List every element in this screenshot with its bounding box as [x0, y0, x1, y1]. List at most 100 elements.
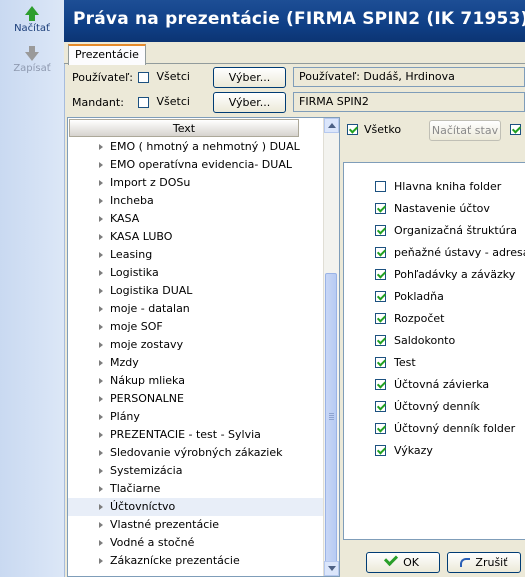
user-select-button[interactable]: Výber... — [213, 67, 286, 88]
expand-arrow-icon[interactable] — [99, 144, 103, 150]
all-permissions-label: Všetko — [364, 123, 402, 136]
tree-item[interactable]: Leasing — [68, 246, 324, 264]
permission-checkbox[interactable] — [375, 203, 386, 214]
tree-item[interactable]: EMO operatívna evidencia- DUAL — [68, 156, 324, 174]
expand-arrow-icon[interactable] — [99, 180, 103, 186]
permission-checkbox[interactable] — [375, 423, 386, 434]
expand-arrow-icon[interactable] — [99, 468, 103, 474]
tree-list: EMO ( hmotný a nehmotný ) DUAL EMO operat… — [68, 138, 324, 570]
tree-item[interactable]: Účtovníctvo — [68, 498, 324, 516]
expand-arrow-icon[interactable] — [99, 450, 103, 456]
expand-arrow-icon[interactable] — [99, 558, 103, 564]
permission-item[interactable]: Saldokonto — [344, 330, 525, 352]
permission-item[interactable]: Hlavna kniha folder — [344, 176, 525, 198]
permission-checkbox[interactable] — [375, 335, 386, 346]
expand-arrow-icon[interactable] — [99, 306, 103, 312]
tree-scrollbar[interactable] — [323, 118, 339, 576]
tree-item-label: moje - datalan — [110, 302, 190, 315]
expand-arrow-icon[interactable] — [99, 414, 103, 420]
tree-item[interactable]: EMO ( hmotný a nehmotný ) DUAL — [68, 138, 324, 156]
tree-item[interactable]: Import z DOSu — [68, 174, 324, 192]
permission-item[interactable]: Účtovná závierka — [344, 374, 525, 396]
scroll-down-icon[interactable] — [324, 561, 339, 576]
expand-arrow-icon[interactable] — [99, 252, 103, 258]
tree-item[interactable]: moje zostavy — [68, 336, 324, 354]
ok-button[interactable]: OK — [366, 551, 440, 573]
permission-item[interactable]: Výkazy — [344, 440, 525, 462]
permission-item[interactable]: Nastavenie účtov — [344, 198, 525, 220]
expand-arrow-icon[interactable] — [99, 198, 103, 204]
tree-item-label: Sledovanie výrobných zákaziek — [110, 446, 283, 459]
tree-item[interactable]: Logistika — [68, 264, 324, 282]
expand-arrow-icon[interactable] — [99, 522, 103, 528]
tree-item[interactable]: KASA LUBO — [68, 228, 324, 246]
expand-arrow-icon[interactable] — [99, 288, 103, 294]
permission-item[interactable]: Účtovný denník — [344, 396, 525, 418]
permission-item[interactable]: Účtovný denník folder — [344, 418, 525, 440]
mandant-select-button[interactable]: Výber... — [213, 92, 286, 113]
scroll-up-icon[interactable] — [324, 118, 339, 133]
permission-checkbox[interactable] — [375, 401, 386, 412]
expand-arrow-icon[interactable] — [99, 342, 103, 348]
load-button[interactable]: Načítať — [4, 6, 60, 34]
expand-arrow-icon[interactable] — [99, 270, 103, 276]
tree-item[interactable]: Nákup mlieka — [68, 372, 324, 390]
permission-item[interactable]: Rozpočet — [344, 308, 525, 330]
mandant-all-checkbox[interactable] — [138, 96, 149, 108]
tree-column-header[interactable]: Text — [69, 119, 299, 137]
tree-item-label: Logistika DUAL — [110, 284, 193, 297]
all-permissions-checkbox[interactable] — [347, 124, 358, 135]
tree-item[interactable]: PERSONALNE — [68, 390, 324, 408]
tree-item[interactable]: Systemizácia — [68, 462, 324, 480]
expand-arrow-icon[interactable] — [99, 486, 103, 492]
permission-label: Nastavenie účtov — [394, 202, 490, 215]
expand-arrow-icon[interactable] — [99, 504, 103, 510]
permission-checkbox[interactable] — [375, 313, 386, 324]
expand-arrow-icon[interactable] — [99, 432, 103, 438]
tab-prezentacie[interactable]: Prezentácie — [68, 44, 146, 65]
permission-label: Účtovná závierka — [394, 378, 490, 391]
permission-item[interactable]: peňažné ústavy - adresár — [344, 242, 525, 264]
save-label: Zapísať — [13, 63, 51, 74]
tree-item[interactable]: Logistika DUAL — [68, 282, 324, 300]
expand-arrow-icon[interactable] — [99, 360, 103, 366]
expand-arrow-icon[interactable] — [99, 378, 103, 384]
extra-checkbox[interactable] — [510, 124, 521, 135]
permission-checkbox[interactable] — [375, 291, 386, 302]
permission-checkbox[interactable] — [375, 247, 386, 258]
tree-item[interactable]: moje SOF — [68, 318, 324, 336]
tree-item[interactable]: moje - datalan — [68, 300, 324, 318]
tree-item[interactable]: Incheba — [68, 192, 324, 210]
permission-item[interactable]: Test — [344, 352, 525, 374]
tree-item[interactable]: PREZENTACIE - test - Sylvia — [68, 426, 324, 444]
permission-checkbox[interactable] — [375, 445, 386, 456]
permission-checkbox[interactable] — [375, 269, 386, 280]
tree-item[interactable]: Vlastné prezentácie — [68, 516, 324, 534]
permission-checkbox[interactable] — [375, 357, 386, 368]
permission-checkbox[interactable] — [375, 181, 386, 192]
permission-item[interactable]: Organizačná štruktúra — [344, 220, 525, 242]
permission-label: Výkazy — [394, 444, 433, 457]
permission-item[interactable]: Pohľadávky a záväzky — [344, 264, 525, 286]
expand-arrow-icon[interactable] — [99, 540, 103, 546]
cancel-button[interactable]: Zrušiť — [447, 552, 521, 573]
permission-item[interactable]: Pokladňa — [344, 286, 525, 308]
scroll-thumb[interactable] — [325, 273, 337, 563]
permission-checkbox[interactable] — [375, 225, 386, 236]
permission-checkbox[interactable] — [375, 379, 386, 390]
tree-item[interactable]: Plány — [68, 408, 324, 426]
save-button[interactable]: Zapísať — [4, 46, 60, 74]
expand-arrow-icon[interactable] — [99, 234, 103, 240]
tree-item[interactable]: KASA — [68, 210, 324, 228]
tree-item[interactable]: Tlačiarne — [68, 480, 324, 498]
expand-arrow-icon[interactable] — [99, 216, 103, 222]
tree-item[interactable]: Sledovanie výrobných zákaziek — [68, 444, 324, 462]
tree-item[interactable]: Zákaznícke prezentácie — [68, 552, 324, 570]
load-state-button[interactable]: Načítať stav — [429, 120, 501, 141]
expand-arrow-icon[interactable] — [99, 396, 103, 402]
expand-arrow-icon[interactable] — [99, 324, 103, 330]
tree-item[interactable]: Mzdy — [68, 354, 324, 372]
tree-item[interactable]: Vodné a stočné — [68, 534, 324, 552]
expand-arrow-icon[interactable] — [99, 162, 103, 168]
user-all-checkbox[interactable] — [138, 71, 149, 83]
